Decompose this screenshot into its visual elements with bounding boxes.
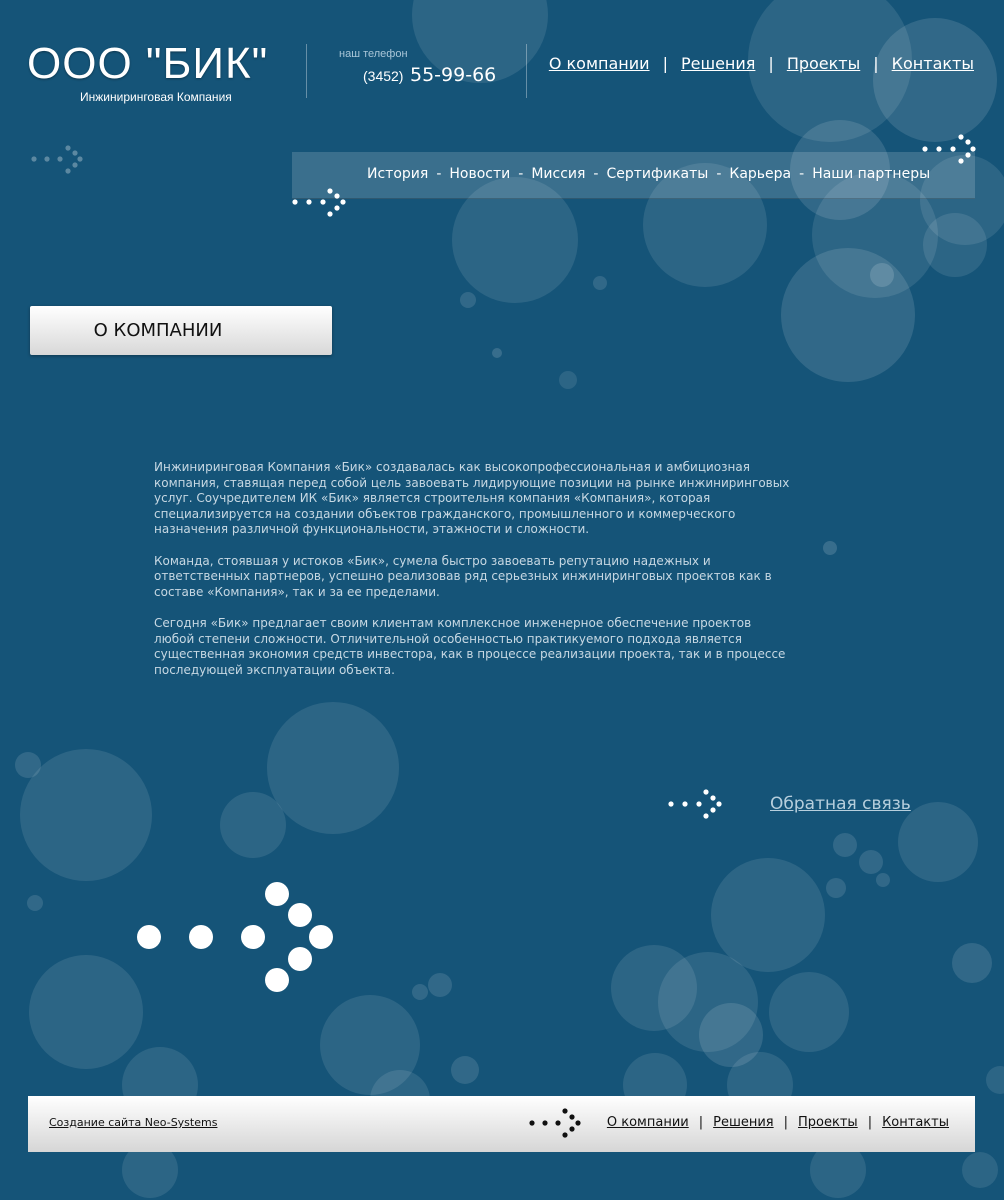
sub-nav-separator: -: [436, 166, 442, 182]
sub-nav-separator: -: [593, 166, 599, 182]
top-nav-item-solutions[interactable]: Решения: [681, 54, 755, 73]
sub-nav-separator: -: [518, 166, 524, 182]
top-nav-item-contacts[interactable]: Контакты: [892, 54, 974, 73]
footer-nav-item-projects[interactable]: Проекты: [798, 1115, 858, 1130]
sub-nav-item-career[interactable]: Карьера: [729, 166, 791, 182]
content-paragraph: Сегодня «Бик» предлагает своим клиентам …: [154, 615, 786, 677]
logo-title[interactable]: ООО "БИК": [27, 42, 268, 86]
nav-separator: |: [662, 54, 668, 73]
sub-nav-item-history[interactable]: История: [367, 166, 428, 182]
sub-nav-item-partners[interactable]: Наши партнеры: [812, 166, 930, 182]
top-nav: О компании | Решения | Проекты | Контакт…: [549, 54, 974, 73]
footer-nav-item-contacts[interactable]: Контакты: [882, 1115, 949, 1130]
dots-arrow-icon: [529, 1108, 581, 1138]
nav-separator: |: [768, 54, 774, 73]
about-content: Инжиниринговая Компания «Бик» создавалас…: [154, 460, 794, 694]
sub-nav-separator: -: [716, 166, 722, 182]
phone-number: 55-99-66: [410, 64, 497, 86]
footer-nav-item-solutions[interactable]: Решения: [713, 1115, 774, 1130]
footer-nav-separator: |: [783, 1115, 789, 1130]
top-nav-item-projects[interactable]: Проекты: [787, 54, 860, 73]
dots-arrow-icon: [922, 134, 976, 164]
header-divider: [526, 44, 527, 98]
footer-nav-separator: |: [698, 1115, 704, 1130]
nav-separator: |: [873, 54, 879, 73]
sub-nav-item-certificates[interactable]: Сертификаты: [606, 166, 708, 182]
feedback-link[interactable]: Обратная связь: [770, 794, 911, 814]
page-title-panel: О КОМПАНИИ: [30, 306, 332, 355]
footer-nav-item-about[interactable]: О компании: [607, 1115, 689, 1130]
top-nav-item-about[interactable]: О компании: [549, 54, 650, 73]
logo-subtitle: Инжиниринговая Компания: [80, 90, 232, 104]
header-divider: [306, 44, 307, 98]
phone-label: наш телефон: [339, 48, 408, 60]
dots-arrow-icon: [137, 882, 333, 992]
sub-nav: История - Новости - Миссия - Сертификаты…: [292, 152, 975, 199]
footer: Создание сайта Neo-Systems О компании | …: [28, 1096, 975, 1152]
content-paragraph: Инжиниринговая Компания «Бик» создавалас…: [154, 460, 790, 537]
footer-credit-link[interactable]: Создание сайта Neo-Systems: [49, 1116, 217, 1129]
footer-nav-separator: |: [867, 1115, 873, 1130]
sub-nav-item-mission[interactable]: Миссия: [531, 166, 585, 182]
dots-arrow-icon: [292, 188, 346, 217]
page-title: О КОМПАНИИ: [93, 320, 223, 341]
sub-nav-item-news[interactable]: Новости: [449, 166, 510, 182]
content-paragraph: Команда, стоявшая у истоков «Бик», сумел…: [154, 553, 772, 599]
footer-nav: О компании | Решения | Проекты | Контакт…: [607, 1115, 949, 1130]
dots-arrow-icon: [668, 789, 722, 819]
sub-nav-separator: -: [799, 166, 805, 182]
phone-code: (3452): [363, 68, 404, 84]
dots-arrow-icon: [31, 145, 83, 174]
